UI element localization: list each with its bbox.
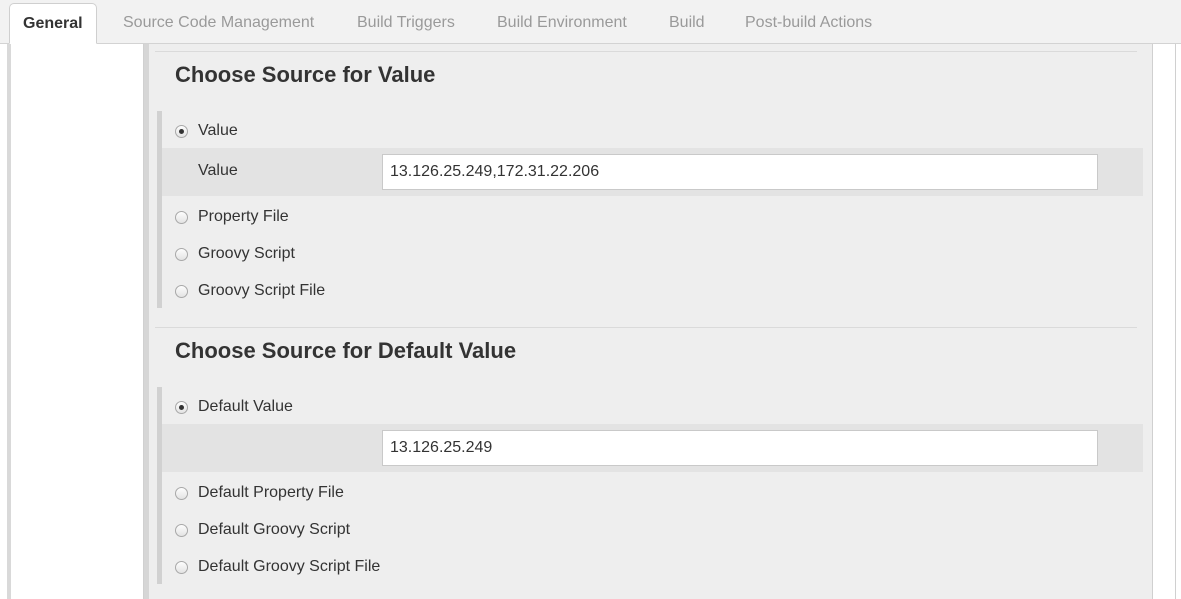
- radio-button[interactable]: [175, 560, 188, 574]
- tab-build-environment[interactable]: Build Environment: [497, 0, 627, 44]
- radio-button-checked[interactable]: [175, 400, 188, 414]
- default-value-source-heading: Choose Source for Default Value: [175, 338, 517, 363]
- section-divider: [155, 51, 1137, 52]
- default-value-input[interactable]: [382, 430, 1098, 466]
- radio-label: Value: [198, 122, 238, 139]
- value-field-row: Value: [162, 148, 1143, 196]
- panel-gutter: [144, 44, 149, 599]
- radio-button[interactable]: [175, 284, 188, 298]
- radio-button[interactable]: [175, 210, 188, 224]
- section-divider: [155, 327, 1137, 328]
- value-source-heading: Choose Source for Value: [175, 62, 436, 87]
- tab-build-triggers[interactable]: Build Triggers: [357, 0, 455, 44]
- radio-option-default-groovy-script[interactable]: Default Groovy Script: [175, 519, 350, 541]
- radio-button-checked[interactable]: [175, 124, 188, 138]
- parameter-config-panel: [143, 44, 1153, 599]
- radio-option-default-property-file[interactable]: Default Property File: [175, 482, 344, 504]
- radio-button[interactable]: [175, 247, 188, 261]
- radio-option-default-value[interactable]: Default Value: [175, 396, 293, 418]
- radio-option-value[interactable]: Value: [175, 120, 238, 142]
- radio-option-property-file[interactable]: Property File: [175, 206, 289, 228]
- tab-general[interactable]: General: [9, 3, 97, 44]
- value-options-group-bar: [157, 111, 162, 308]
- radio-label: Default Groovy Script: [198, 521, 351, 538]
- right-margin: [1153, 44, 1181, 599]
- radio-label: Groovy Script File: [198, 282, 326, 299]
- tab-post-build-actions[interactable]: Post-build Actions: [745, 0, 872, 44]
- left-rail: [7, 44, 144, 599]
- config-tab-bar: General Source Code Management Build Tri…: [0, 0, 1181, 44]
- radio-option-groovy-script-file[interactable]: Groovy Script File: [175, 280, 325, 302]
- radio-label: Default Value: [198, 398, 293, 415]
- value-input[interactable]: [382, 154, 1098, 190]
- radio-label: Default Groovy Script File: [198, 558, 381, 575]
- default-options-group-bar: [157, 387, 162, 584]
- radio-label: Property File: [198, 208, 289, 225]
- radio-label: Default Property File: [198, 484, 344, 501]
- radio-button[interactable]: [175, 486, 188, 500]
- radio-button[interactable]: [175, 523, 188, 537]
- default-value-field-row: [162, 424, 1143, 472]
- radio-label: Groovy Script: [198, 245, 295, 262]
- radio-option-default-groovy-script-file[interactable]: Default Groovy Script File: [175, 556, 380, 578]
- tab-source-code-management[interactable]: Source Code Management: [123, 0, 314, 44]
- tab-build[interactable]: Build: [669, 0, 705, 44]
- value-field-label: Value: [198, 162, 238, 179]
- radio-option-groovy-script[interactable]: Groovy Script: [175, 243, 295, 265]
